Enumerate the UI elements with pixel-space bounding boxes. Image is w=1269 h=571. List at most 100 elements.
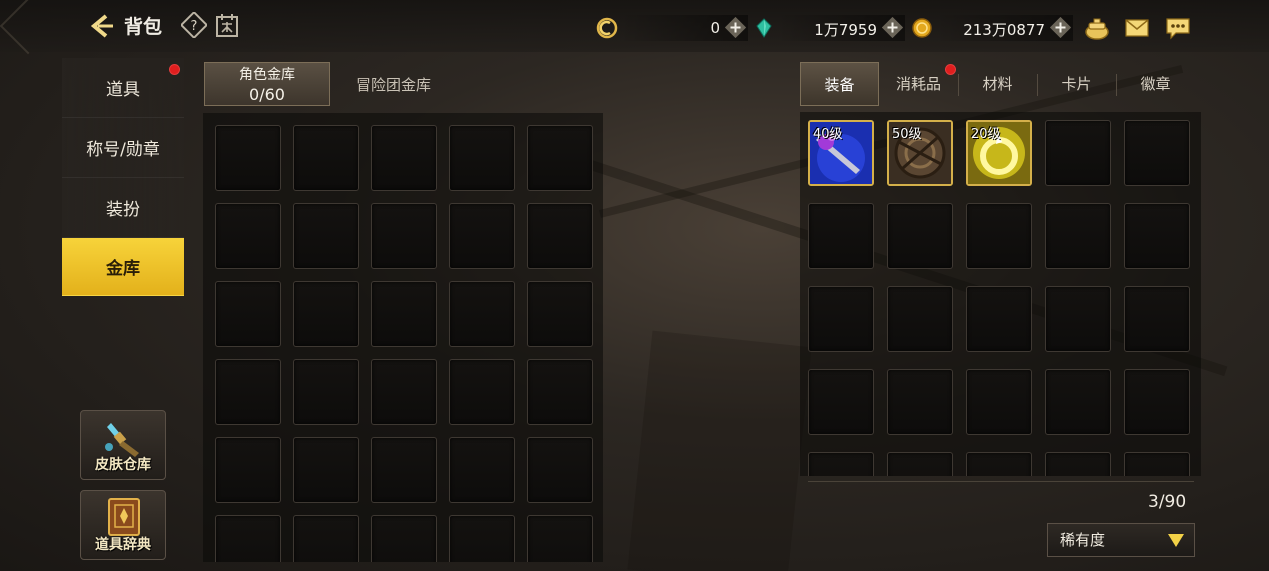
sidebar-item-label: 称号/勋章 xyxy=(86,140,160,160)
gold-value: 213万0877 xyxy=(963,21,1045,39)
inventory-empty-slot[interactable] xyxy=(1124,369,1190,435)
sidebar-item-titles-medals[interactable]: 称号/勋章 xyxy=(62,118,184,178)
inventory-empty-slot[interactable] xyxy=(1124,203,1190,269)
tab-equipment[interactable]: 装备 xyxy=(800,62,879,106)
help-icon[interactable]: ? xyxy=(181,12,207,38)
paint-brush-icon xyxy=(105,423,139,457)
vault-slot[interactable] xyxy=(371,203,437,269)
item-level-label: 50级 xyxy=(892,127,922,142)
tab-adventure-vault[interactable]: 冒险团金库 xyxy=(356,74,431,95)
vault-slot[interactable] xyxy=(449,281,515,347)
inventory-item-slot[interactable]: 50级 xyxy=(887,120,953,186)
inventory-slot-grid: 40级 50级 20级 xyxy=(800,112,1201,476)
vault-slot[interactable] xyxy=(371,125,437,191)
add-gold-button[interactable] xyxy=(1050,17,1071,38)
vault-slot[interactable] xyxy=(449,203,515,269)
chat-icon[interactable] xyxy=(1164,14,1192,42)
vault-slot[interactable] xyxy=(371,515,437,562)
vault-slot[interactable] xyxy=(527,125,593,191)
dropdown-arrow-icon xyxy=(1168,534,1184,547)
currency-gem: 1万7959 xyxy=(777,15,905,41)
vault-slot[interactable] xyxy=(215,515,281,562)
inventory-empty-slot[interactable] xyxy=(966,452,1032,476)
vault-slot[interactable] xyxy=(215,281,281,347)
vault-slot[interactable] xyxy=(371,359,437,425)
inventory-empty-slot[interactable] xyxy=(966,203,1032,269)
vault-slot[interactable] xyxy=(449,515,515,562)
inventory-empty-slot[interactable] xyxy=(1124,286,1190,352)
book-icon xyxy=(108,498,140,536)
sidebar-item-label: 装扮 xyxy=(106,200,140,220)
inventory-empty-slot[interactable] xyxy=(887,452,953,476)
inventory-item-slot[interactable]: 20级 xyxy=(966,120,1032,186)
inventory-empty-slot[interactable] xyxy=(808,203,874,269)
vault-slot[interactable] xyxy=(527,281,593,347)
calendar-icon[interactable] xyxy=(214,12,240,38)
currency-gold: 213万0877 xyxy=(935,15,1073,41)
top-bar: 背包 ? 0 1万7959 213万0877 xyxy=(0,0,1269,55)
skin-storage-button[interactable]: 皮肤仓库 xyxy=(80,410,166,480)
sidebar-item-vault[interactable]: 金库 xyxy=(62,238,184,296)
divider xyxy=(808,481,1194,482)
inventory-empty-slot[interactable] xyxy=(887,286,953,352)
vault-slot[interactable] xyxy=(293,359,359,425)
inventory-empty-slot[interactable] xyxy=(808,369,874,435)
vault-slot[interactable] xyxy=(527,203,593,269)
add-coupon-button[interactable] xyxy=(725,17,746,38)
vault-slot[interactable] xyxy=(293,437,359,503)
coupon-currency-icon xyxy=(596,17,618,39)
vault-slot[interactable] xyxy=(215,437,281,503)
vault-slot[interactable] xyxy=(293,125,359,191)
inventory-empty-slot[interactable] xyxy=(808,286,874,352)
vault-slot[interactable] xyxy=(293,515,359,562)
mail-icon[interactable] xyxy=(1123,14,1151,42)
back-button[interactable] xyxy=(0,0,116,55)
inventory-count: 3/90 xyxy=(1148,492,1187,512)
inventory-empty-slot[interactable] xyxy=(1045,369,1111,435)
vault-slot[interactable] xyxy=(215,125,281,191)
gem-value: 1万7959 xyxy=(814,21,877,39)
vault-slot[interactable] xyxy=(527,515,593,562)
item-level-label: 20级 xyxy=(971,127,1001,142)
vault-slot[interactable] xyxy=(293,203,359,269)
add-gem-button[interactable] xyxy=(882,17,903,38)
inventory-empty-slot[interactable] xyxy=(1045,203,1111,269)
vault-slot[interactable] xyxy=(215,359,281,425)
tab-emblems[interactable]: 徽章 xyxy=(1116,62,1195,106)
sort-dropdown[interactable]: 稀有度 xyxy=(1047,523,1195,557)
tab-materials[interactable]: 材料 xyxy=(958,62,1037,106)
item-level-label: 40级 xyxy=(813,127,843,142)
inventory-empty-slot[interactable] xyxy=(1124,452,1190,476)
vault-slot[interactable] xyxy=(293,281,359,347)
inventory-empty-slot[interactable] xyxy=(808,452,874,476)
notification-badge xyxy=(945,64,956,75)
sidebar-item-items[interactable]: 道具 xyxy=(62,58,184,118)
vault-slot[interactable] xyxy=(449,125,515,191)
inventory-empty-slot[interactable] xyxy=(966,369,1032,435)
vault-slot[interactable] xyxy=(449,359,515,425)
tab-character-vault[interactable]: 角色金库 0/60 xyxy=(204,62,330,106)
vault-slot[interactable] xyxy=(449,437,515,503)
item-dictionary-button[interactable]: 道具辞典 xyxy=(80,490,166,560)
inventory-empty-slot[interactable] xyxy=(887,369,953,435)
sidebar-item-costume[interactable]: 装扮 xyxy=(62,178,184,238)
inventory-empty-slot[interactable] xyxy=(966,286,1032,352)
skin-storage-label: 皮肤仓库 xyxy=(95,457,151,473)
vault-slot[interactable] xyxy=(527,437,593,503)
mailbox-pot-icon[interactable] xyxy=(1083,14,1111,42)
vault-slot[interactable] xyxy=(371,281,437,347)
inventory-empty-slot[interactable] xyxy=(887,203,953,269)
item-dictionary-label: 道具辞典 xyxy=(95,537,151,553)
vault-slot[interactable] xyxy=(215,203,281,269)
inventory-empty-slot[interactable] xyxy=(1045,452,1111,476)
vault-slot[interactable] xyxy=(371,437,437,503)
tab-cards[interactable]: 卡片 xyxy=(1037,62,1116,106)
inventory-empty-slot[interactable] xyxy=(1124,120,1190,186)
inventory-empty-slot[interactable] xyxy=(1045,120,1111,186)
vault-capacity: 0/60 xyxy=(249,85,285,104)
inventory-item-slot[interactable]: 40级 xyxy=(808,120,874,186)
tab-consumables[interactable]: 消耗品 xyxy=(879,62,958,106)
vault-slot[interactable] xyxy=(527,359,593,425)
inventory-tabs: 装备 消耗品 材料 卡片 徽章 xyxy=(800,62,1200,106)
inventory-empty-slot[interactable] xyxy=(1045,286,1111,352)
